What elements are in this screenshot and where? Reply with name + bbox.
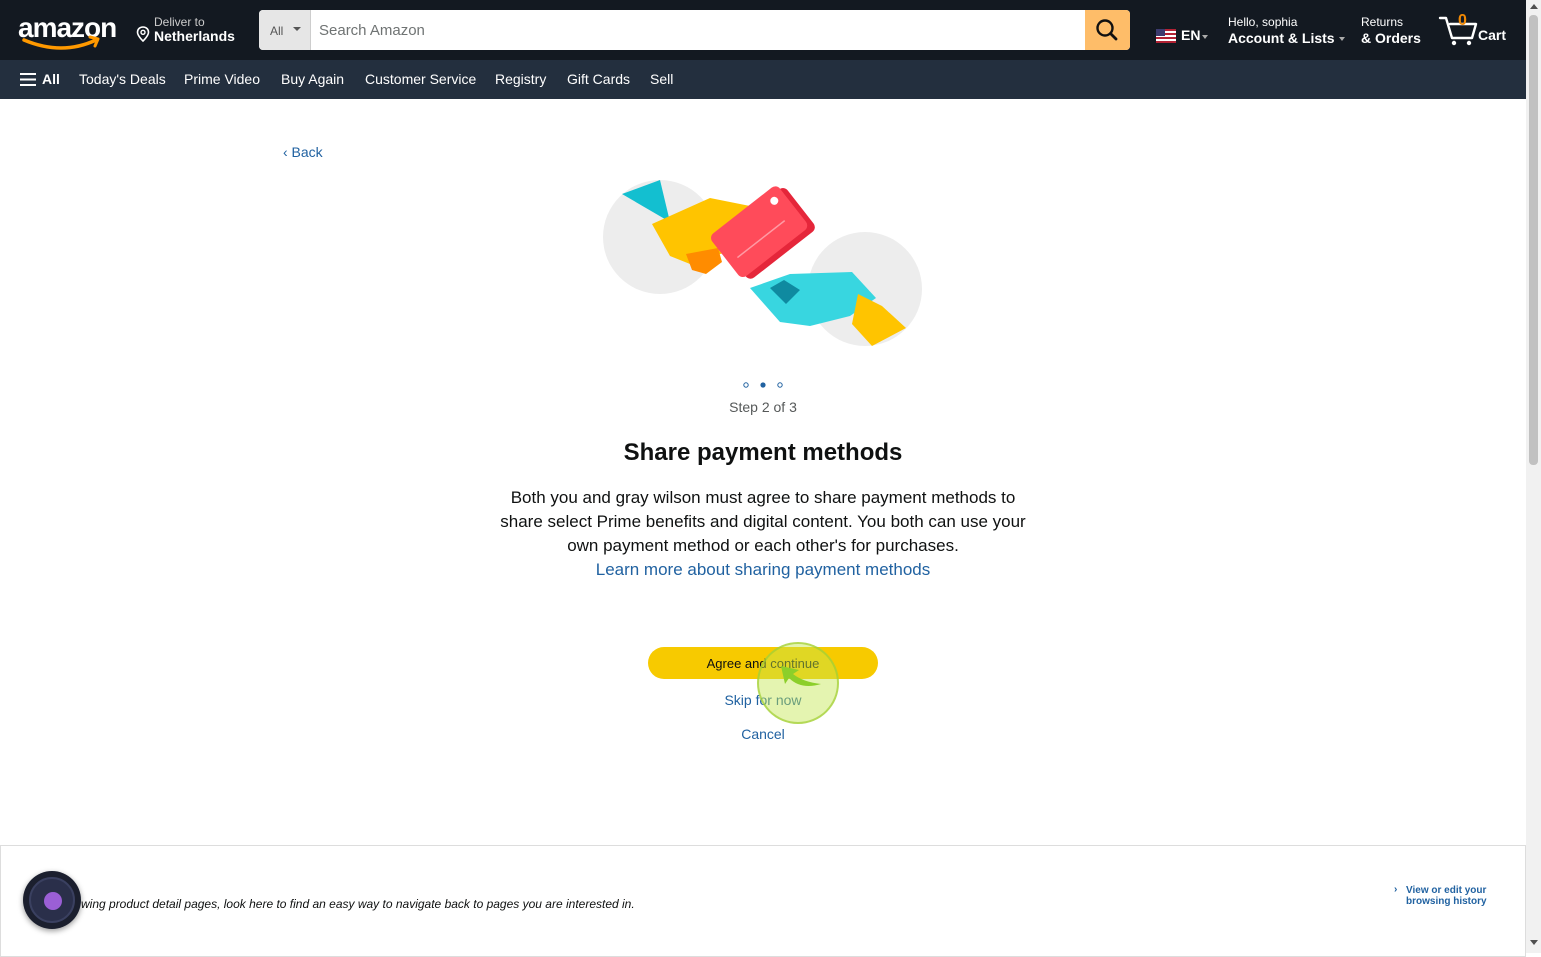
browsing-history-panel: wing product detail pages, look here to … [0,845,1526,957]
click-indicator [757,642,839,724]
cancel-label[interactable]: Cancel [741,726,785,742]
top-header: amazon Deliver to Netherlands All Search… [0,0,1526,60]
cart-count: 0 [1458,12,1467,29]
search-category-label: All [270,24,284,38]
description-text: Both you and gray wilson must agree to s… [500,488,1026,555]
view-history-label: View or edit your browsing history [1406,885,1487,907]
scroll-down-arrow-icon[interactable] [1530,940,1538,945]
nav-bar: All Today's Deals Prime Video Buy Again … [0,60,1526,99]
cursor-arrow-icon [781,666,821,686]
nav-item-buy-again[interactable]: Buy Again [281,71,344,87]
amazon-logo[interactable]: amazon [18,12,118,52]
chevron-right-icon: › [1394,884,1398,895]
back-link[interactable]: ‹ Back [283,144,323,160]
location-pin-icon [136,26,150,42]
account-lists[interactable]: Hello, sophia Account & Lists [1228,15,1345,46]
cart-label: Cart [1478,27,1507,43]
search-category-select[interactable]: All [259,10,311,50]
assistant-orb-icon [44,892,62,910]
returns-label: Returns [1361,15,1404,29]
search-button[interactable] [1085,10,1130,50]
account-label: Account & Lists [1228,30,1335,46]
cancel-link: Cancel [0,726,1526,742]
nav-item-customer-service[interactable]: Customer Service [365,71,476,87]
orders-label: & Orders [1361,30,1421,46]
learn-more-link[interactable]: Learn more about sharing payment methods [493,558,1033,582]
us-flag-icon [1156,29,1176,43]
logo-smile-icon [22,35,100,50]
step-progress-dots [743,382,783,388]
scrollbar-thumb[interactable] [1529,15,1538,465]
nav-item-sell[interactable]: Sell [650,71,673,87]
nav-all-label: All [42,71,60,87]
deliver-label: Deliver to [154,15,205,29]
page-scrollbar[interactable] [1526,0,1541,953]
returns-orders[interactable]: Returns & Orders [1361,15,1421,46]
cart-button[interactable]: 0 Cart [1438,12,1508,48]
search-icon [1096,19,1118,41]
nav-item-prime-video[interactable]: Prime Video [184,71,260,87]
step-indicator: Step 2 of 3 [729,399,797,415]
deliver-country: Netherlands [154,28,235,44]
payment-sharing-illustration [603,180,922,346]
nav-item-registry[interactable]: Registry [495,71,546,87]
browsing-history-text: wing product detail pages, look here to … [81,897,635,911]
chevron-down-icon [1202,35,1208,39]
language-code: EN [1181,27,1201,43]
nav-item-todays-deals[interactable]: Today's Deals [79,71,166,87]
search-input[interactable] [311,10,1089,50]
page-title: Share payment methods [623,439,903,466]
scroll-up-arrow-icon[interactable] [1530,4,1538,9]
chevron-down-icon [1338,37,1345,42]
search-bar: All [259,10,1130,50]
description: Both you and gray wilson must agree to s… [493,486,1033,582]
hamburger-menu-icon [20,73,36,86]
assistant-bubble-button[interactable] [23,871,81,929]
account-greeting: Hello, sophia [1228,15,1298,29]
nav-item-gift-cards[interactable]: Gift Cards [567,71,630,87]
chevron-down-icon [293,27,301,31]
